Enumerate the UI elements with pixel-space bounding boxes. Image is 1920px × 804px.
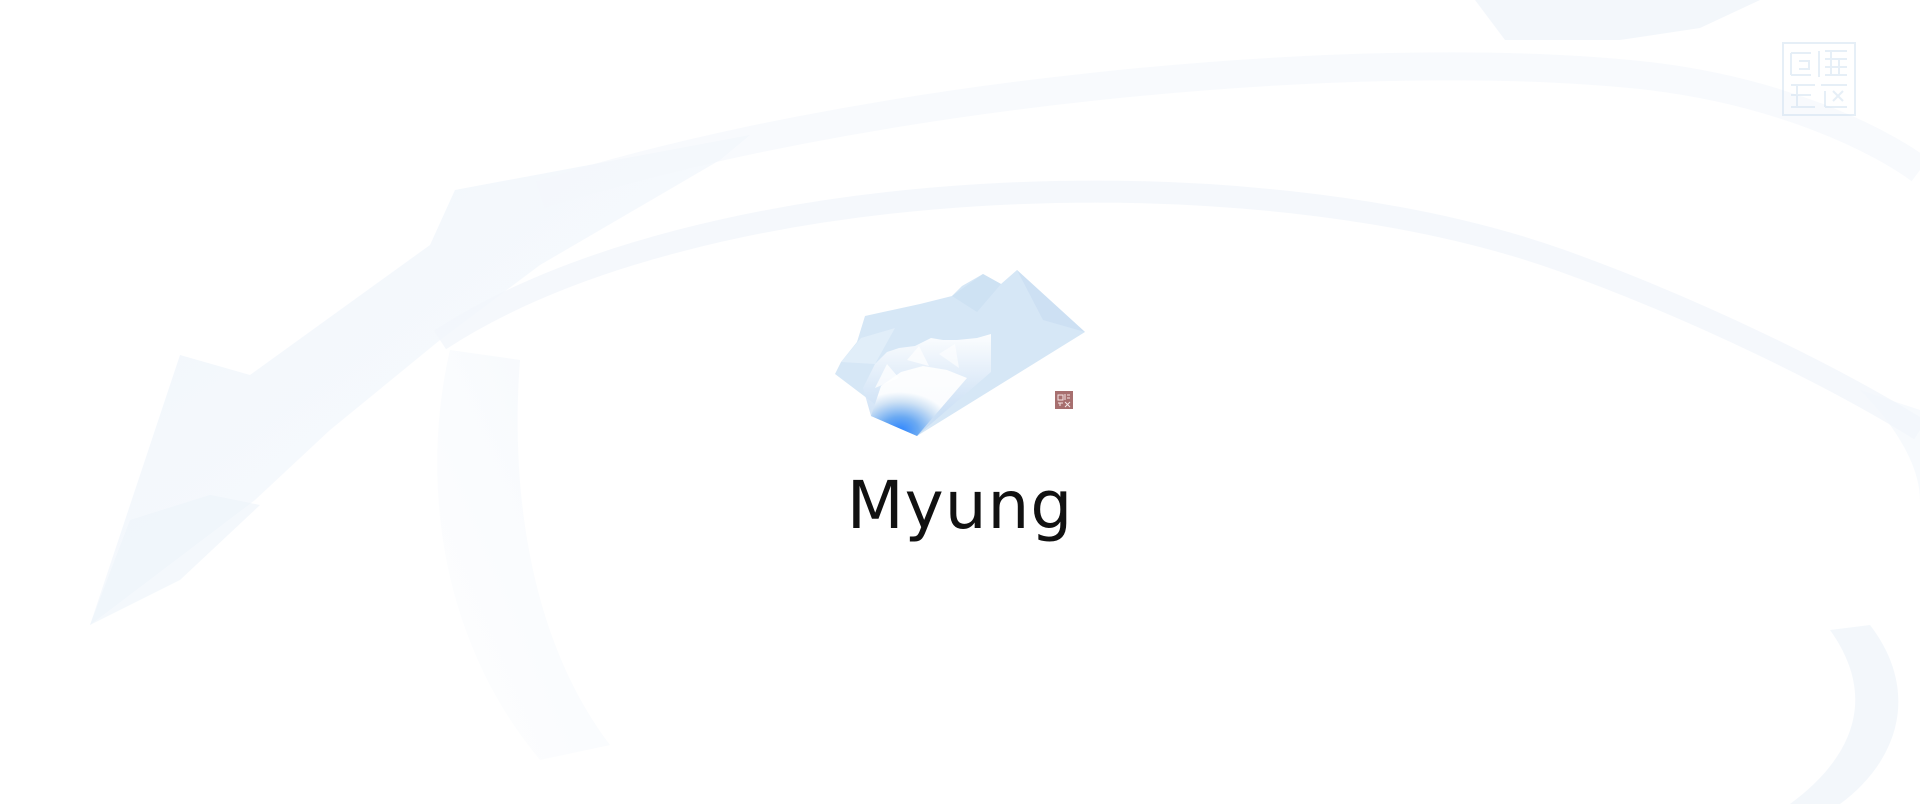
brand-name: Myung (846, 467, 1074, 544)
seal-stamp-icon (1055, 391, 1073, 409)
lotus-shard-logo-icon (835, 270, 1085, 436)
seal-stamp-icon (1782, 42, 1856, 116)
splash-screen: Myung (0, 0, 1920, 804)
